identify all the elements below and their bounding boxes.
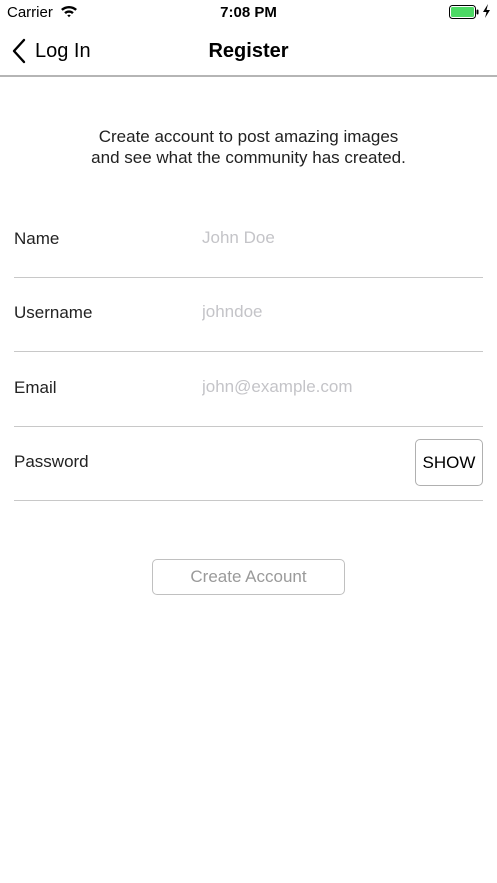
show-password-button[interactable]: SHOW <box>415 439 483 486</box>
name-label: Name <box>14 229 60 248</box>
battery-icon <box>449 5 479 23</box>
password-input[interactable] <box>202 444 402 478</box>
password-label: Password <box>14 452 89 471</box>
status-bar: Carrier 7:08 PM <box>0 0 497 26</box>
username-input[interactable] <box>202 295 472 329</box>
name-input[interactable] <box>202 221 472 255</box>
status-time: 7:08 PM <box>220 4 277 21</box>
username-label: Username <box>14 303 93 322</box>
name-row: Name <box>14 204 483 278</box>
page-title: Register <box>208 40 289 62</box>
navigation-bar: Log In Register <box>0 26 497 77</box>
intro-text: Create account to post amazing images an… <box>91 127 406 167</box>
create-account-button[interactable]: Create Account <box>152 559 345 595</box>
email-input[interactable] <box>202 370 472 404</box>
email-row: Email <box>14 353 483 427</box>
email-label: Email <box>14 378 57 397</box>
username-row: Username <box>14 278 483 352</box>
password-row: Password SHOW <box>14 427 483 501</box>
charging-bolt-icon <box>482 4 491 22</box>
